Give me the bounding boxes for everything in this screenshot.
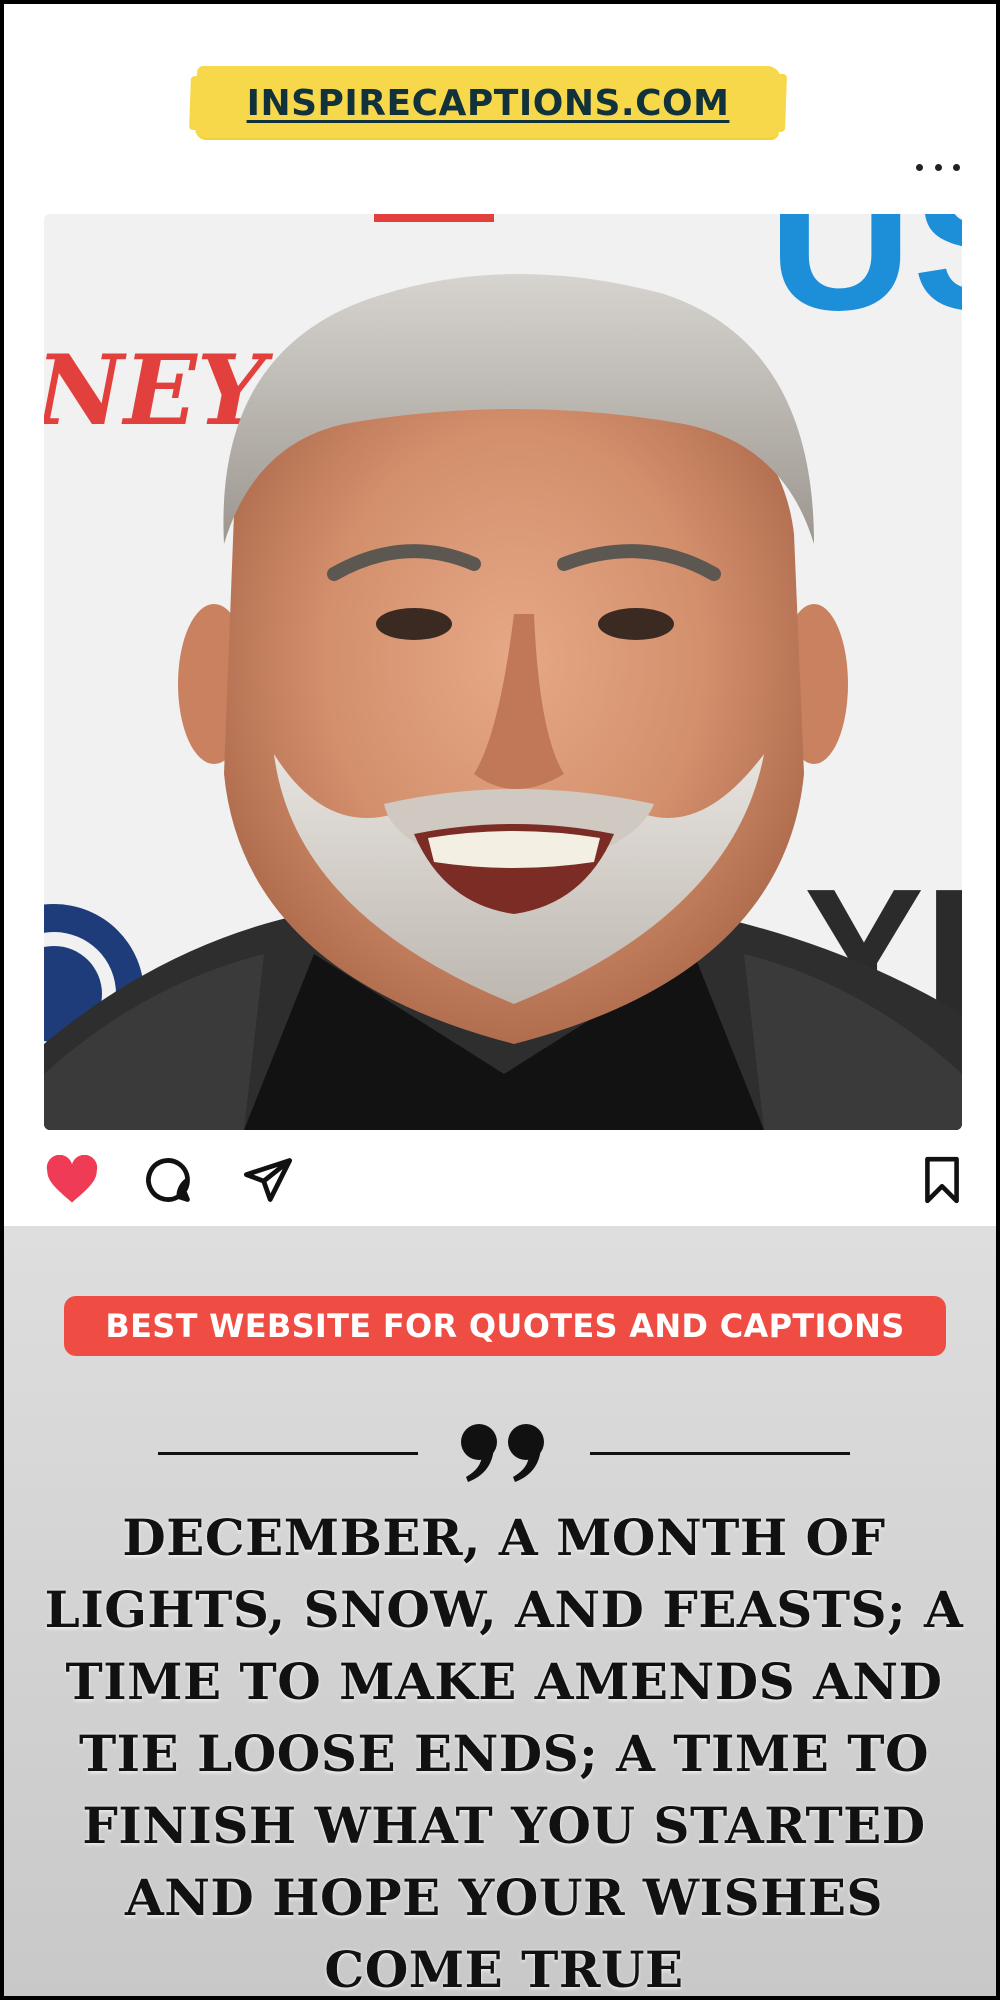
dot <box>934 163 942 171</box>
share-button[interactable] <box>240 1152 296 1208</box>
like-button[interactable] <box>44 1152 100 1208</box>
post-frame: INSPIRECAPTIONS.COM NEY U Y BEST WEBSITE… <box>0 0 1000 2000</box>
save-button[interactable] <box>914 1152 970 1208</box>
divider-left <box>158 1452 418 1455</box>
portrait-image: NEY US YP <box>44 214 962 1130</box>
post-photo: NEY US YP <box>44 214 962 1130</box>
dot <box>953 163 960 171</box>
divider-right <box>590 1452 850 1455</box>
brand-banner[interactable]: INSPIRECAPTIONS.COM <box>194 66 782 140</box>
backdrop-text-top-right: US <box>768 214 962 352</box>
bookmark-icon <box>925 1156 959 1204</box>
comment-button[interactable] <box>140 1152 196 1208</box>
send-paper-plane-icon <box>243 1158 293 1202</box>
more-options-icon[interactable] <box>916 152 960 182</box>
quote-text: December, a month of lights, snow, and f… <box>44 1508 964 1999</box>
dot <box>916 163 923 171</box>
brand-link[interactable]: INSPIRECAPTIONS.COM <box>196 66 780 140</box>
quotation-mark-icon <box>461 1424 544 1482</box>
comment-bubble-icon <box>146 1158 190 1202</box>
heart-filled-icon <box>46 1155 98 1203</box>
post-actions <box>44 1152 964 1214</box>
website-banner[interactable]: BEST WEBSITE FOR QUOTES AND CAPTIONS <box>64 1296 946 1356</box>
